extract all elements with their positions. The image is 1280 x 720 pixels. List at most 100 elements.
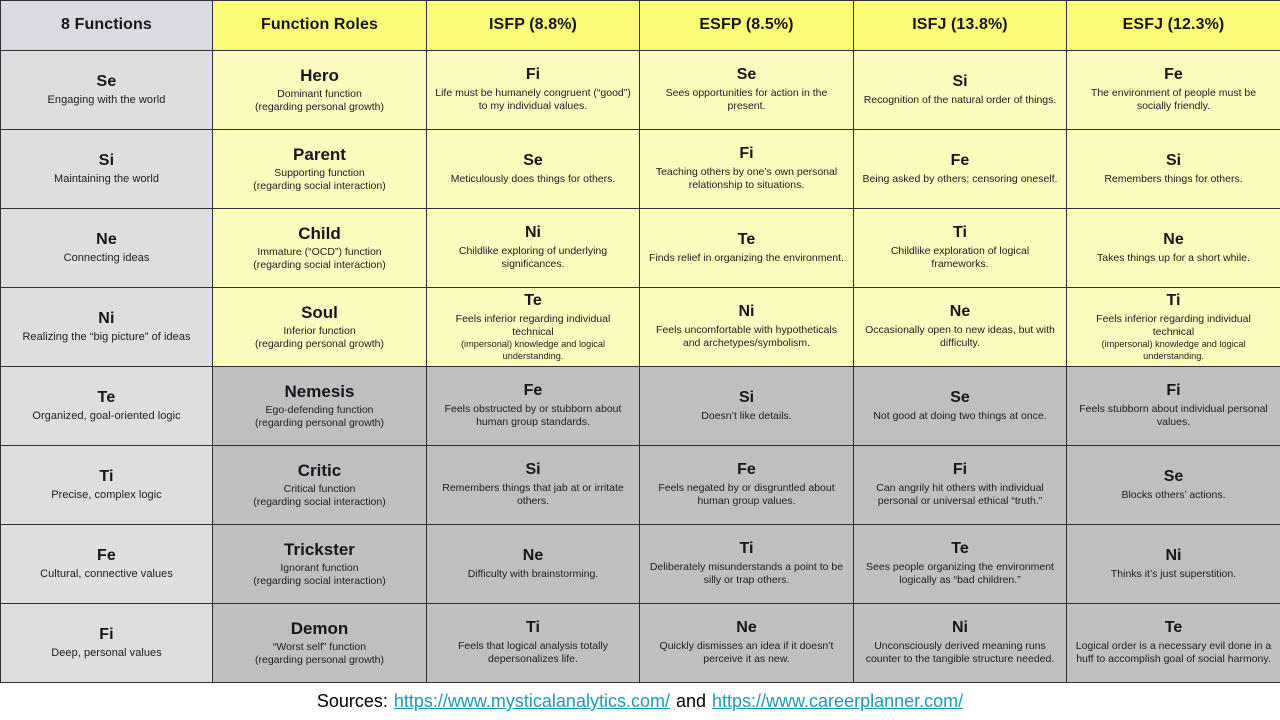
type-function-code: Ne [522, 546, 544, 564]
type-function-code: Te [951, 540, 969, 558]
type-cell: Se Blocks others’ actions. [1066, 445, 1280, 525]
role-name: Trickster [284, 539, 355, 559]
function-cell: Fi Deep, personal values [0, 603, 213, 683]
type-function-code: Se [736, 66, 757, 84]
role-cell: Child Immature (“OCD”) function (regarding… [212, 208, 427, 288]
type-description: Sees people organizing the environment l… [866, 561, 1054, 587]
type-function-code: Ti [739, 540, 754, 558]
type-function-code: Ti [526, 619, 540, 637]
table-row: Si Maintaining the world Parent Supporting … [0, 129, 1280, 209]
type-function-code: Te [737, 230, 756, 248]
type-function-code: Se [523, 151, 543, 169]
function-code: Te [97, 388, 116, 406]
table-row: Ni Realizing the “big picture” of ideas So… [0, 287, 1280, 367]
type-cell: Fe Being asked by others; censoring onese… [853, 129, 1067, 209]
type-function-code: Ni [952, 619, 968, 637]
type-function-code: Fi [1166, 382, 1181, 400]
role-line-1: Immature (“OCD”) function [257, 245, 382, 258]
function-cell: Ni Realizing the “big picture” of ideas [0, 287, 213, 367]
type-description: Being asked by others; censoring oneself… [862, 172, 1058, 185]
type-cell: Ti Feels that logical analysis totally de… [426, 603, 640, 683]
function-description: Maintaining the world [54, 173, 159, 186]
role-line-2: (regarding personal growth) [255, 101, 384, 114]
type-cell: Te Feels inferior regarding individual te… [426, 287, 640, 367]
function-description: Engaging with the world [47, 94, 166, 107]
function-description: Realizing the “big picture” of ideas [22, 331, 191, 344]
table-header-row: 8 Functions Function Roles ISFP (8.8%) E… [0, 0, 1280, 51]
function-cell: Fe Cultural, connective values [0, 524, 213, 604]
type-cell: Fi Life must be humanely congruent (“good… [426, 50, 640, 130]
function-code: Ti [99, 467, 114, 485]
role-line-2: (regarding social interaction) [253, 180, 386, 193]
column-header-type-esfj: ESFJ (12.3%) [1066, 0, 1280, 51]
function-code: Se [96, 72, 117, 90]
function-description: Organized, goal-oriented logic [32, 410, 181, 423]
type-cell: Ne Takes things up for a short while. [1066, 208, 1280, 288]
type-cell: Ne Quickly dismisses an idea if it doesn’… [639, 603, 854, 683]
type-cell: Fe The environment of people must be soci… [1066, 50, 1280, 130]
type-function-code: Fi [952, 461, 968, 479]
type-cell: Fi Teaching others by one’s own personal … [639, 129, 854, 209]
type-description: Logical order is a necessary evil done i… [1075, 640, 1272, 666]
type-cell: Ti Deliberately misunderstands a point to… [639, 524, 854, 604]
type-cell: Fe Feels obstructed by or stubborn about … [426, 366, 640, 446]
type-description: Deliberately misunderstands a point to b… [649, 561, 844, 587]
function-description: Precise, complex logic [51, 489, 162, 502]
role-line-2: (regarding social interaction) [253, 575, 386, 588]
function-code: Ni [98, 309, 115, 327]
role-cell: Soul Inferior function (regarding personal… [212, 287, 427, 367]
type-cell: Ni Unconsciously derived meaning runs cou… [853, 603, 1067, 683]
sources-label: Sources: [316, 691, 388, 711]
cognitive-functions-table: 8 Functions Function Roles ISFP (8.8%) E… [0, 0, 1280, 683]
type-function-code: Fe [737, 461, 756, 479]
type-function-code: Ti [953, 224, 967, 242]
type-function-code: Te [1164, 619, 1183, 637]
type-cell: Te Finds relief in organizing the environ… [639, 208, 854, 288]
type-function-code: Ne [1163, 230, 1184, 248]
type-cell: Fi Feels stubborn about individual person… [1066, 366, 1280, 446]
table-body: Se Engaging with the world Hero Dominant fu… [0, 50, 1280, 683]
function-description: Deep, personal values [51, 647, 162, 660]
type-function-code: Se [950, 388, 970, 406]
type-description: Sees opportunities for action in the pre… [665, 87, 828, 113]
type-description: Feels negated by or disgruntled about hu… [658, 482, 835, 508]
type-function-code: Si [525, 461, 541, 479]
type-function-code: Ne [736, 619, 757, 637]
function-code: Ne [96, 230, 117, 248]
type-cell: Ti Childlike exploration of logical frame… [853, 208, 1067, 288]
type-function-code: Si [952, 72, 968, 90]
function-cell: Se Engaging with the world [0, 50, 213, 130]
type-cell: Si Recognition of the natural order of th… [853, 50, 1067, 130]
type-function-code: Fe [523, 382, 543, 400]
type-description-secondary: (impersonal) knowledge and logical under… [460, 339, 606, 361]
role-cell: Critic Critical function (regarding social… [212, 445, 427, 525]
type-function-code: Si [1165, 151, 1182, 169]
type-function-code: Ti [1166, 291, 1181, 309]
table-row: Fi Deep, personal values Demon “Worst self”… [0, 603, 1280, 683]
type-cell: Si Doesn’t like details. [639, 366, 854, 446]
role-name: Critic [297, 460, 342, 480]
column-header-roles: Function Roles [212, 0, 427, 51]
type-function-code: Ni [525, 224, 541, 242]
table-row: Ne Connecting ideas Child Immature (“OCD”) … [0, 208, 1280, 288]
role-line-2: (regarding personal growth) [255, 338, 384, 351]
role-line-1: Dominant function [277, 87, 362, 100]
table-header: 8 Functions Function Roles ISFP (8.8%) E… [0, 0, 1280, 51]
role-line-2: (regarding social interaction) [253, 496, 386, 509]
type-cell: Se Not good at doing two things at once. [853, 366, 1067, 446]
role-name: Hero [300, 65, 339, 85]
role-line-1: “Worst self” function [272, 640, 367, 653]
role-cell: Trickster Ignorant function (regarding soc… [212, 524, 427, 604]
table-row: Te Organized, goal-oriented logic Nemesis E… [0, 366, 1280, 446]
type-cell: Se Meticulously does things for others. [426, 129, 640, 209]
source-link-careerplanner[interactable]: https://www.careerplanner.com/ [712, 691, 963, 712]
role-cell: Hero Dominant function (regarding personal… [212, 50, 427, 130]
type-description: Childlike exploration of logical framewo… [890, 245, 1030, 271]
type-cell: Fi Can angrily hit others with individual… [853, 445, 1067, 525]
type-description: Not good at doing two things at once. [873, 409, 1047, 422]
source-link-mysticalanalytics[interactable]: https://www.mysticalanalytics.com/ [394, 691, 670, 712]
type-cell: Ti Feels inferior regarding individual te… [1066, 287, 1280, 367]
type-function-code: Te [524, 291, 542, 309]
role-cell: Parent Supporting function (regarding soci… [212, 129, 427, 209]
type-description: Takes things up for a short while. [1097, 251, 1250, 264]
